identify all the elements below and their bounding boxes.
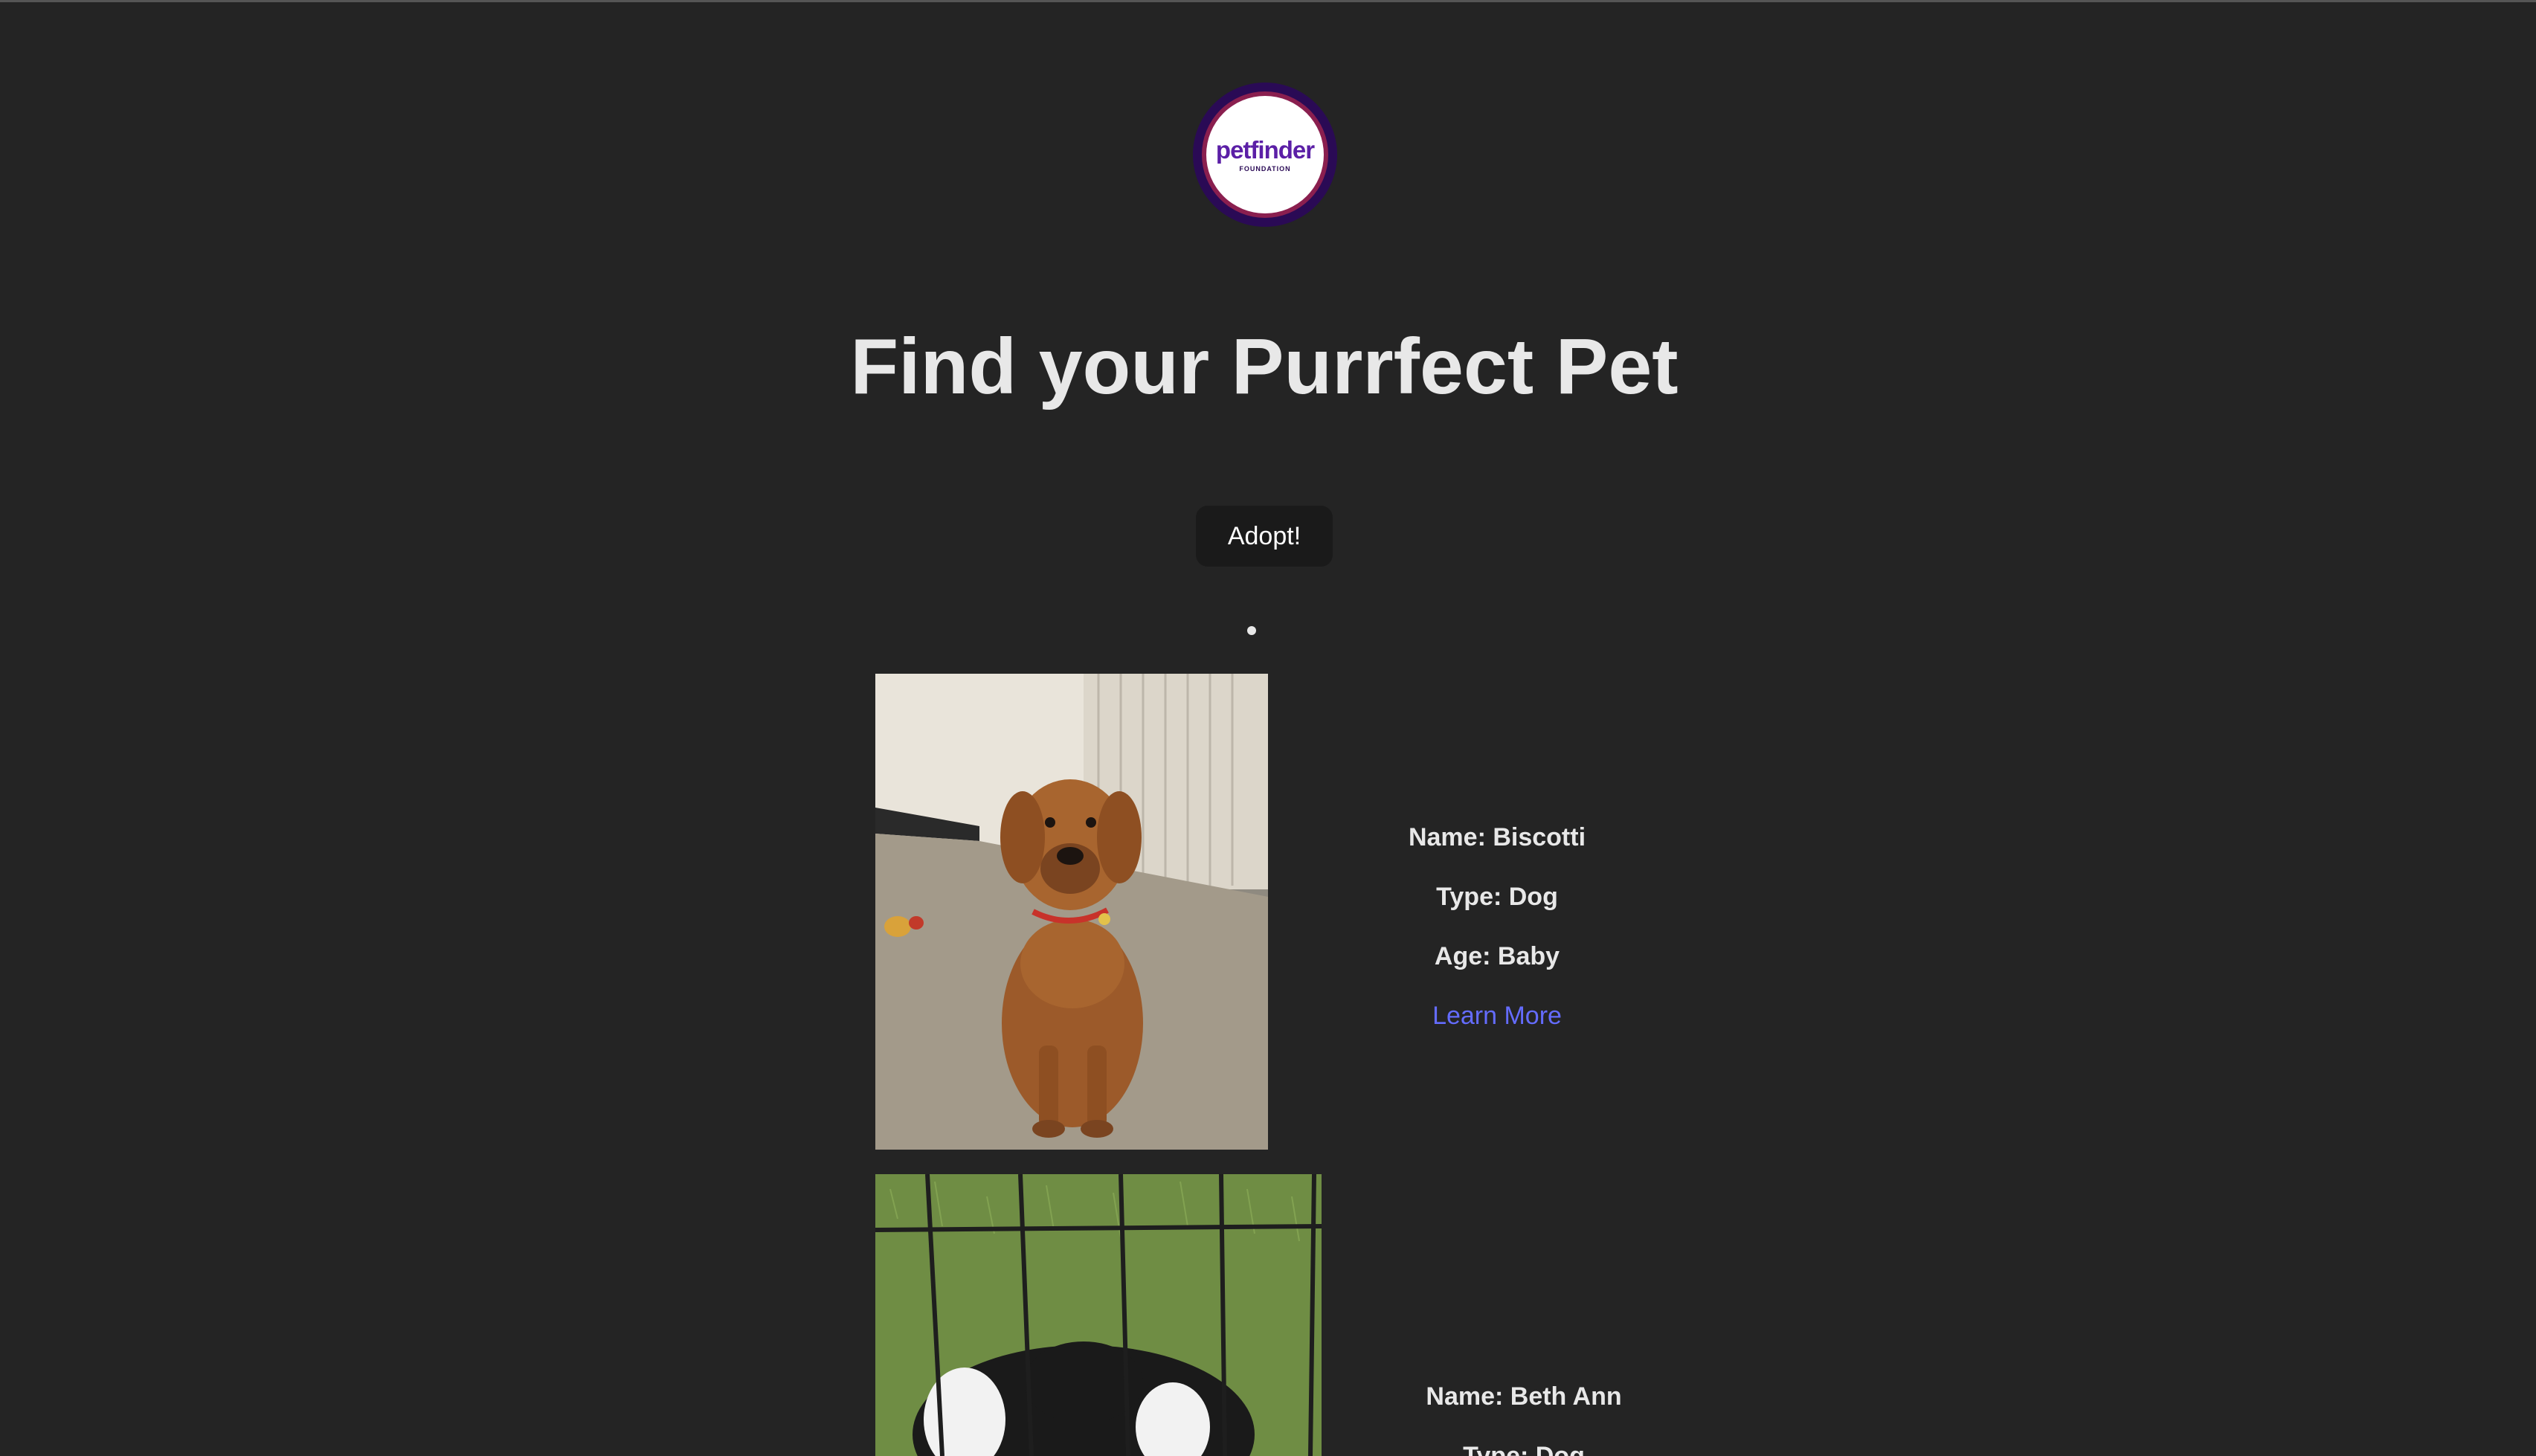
black-white-dog-illustration bbox=[875, 1174, 1322, 1456]
logo-ring: petfinder FOUNDATION bbox=[1202, 91, 1328, 218]
pet-name: Name: Beth Ann bbox=[1426, 1382, 1622, 1411]
page: petfinder FOUNDATION Find your Purrfect … bbox=[0, 0, 2536, 1456]
logo-subtitle: FOUNDATION bbox=[1239, 164, 1291, 173]
pet-photo-biscotti bbox=[875, 674, 1268, 1150]
logo-badge: petfinder FOUNDATION bbox=[1206, 96, 1324, 213]
pet-type: Type: Dog bbox=[1463, 1442, 1585, 1456]
page-title: Find your Purrfect Pet bbox=[850, 323, 1679, 410]
pet-name: Name: Biscotti bbox=[1408, 823, 1586, 851]
window-top-border bbox=[0, 0, 2536, 2]
learn-more-link[interactable]: Learn More bbox=[1432, 1001, 1562, 1031]
pet-age: Age: Baby bbox=[1434, 942, 1560, 970]
logo-wordmark: petfinder bbox=[1215, 135, 1315, 164]
pet-info-beth-ann: Name: Beth Ann Type: Dog bbox=[1426, 1382, 1621, 1456]
petfinder-logo: petfinder FOUNDATION bbox=[1193, 83, 1337, 227]
pet-info-biscotti: Name: Biscotti Type: Dog Age: Baby Learn… bbox=[1409, 818, 1586, 1041]
list-bullet bbox=[1247, 626, 1256, 635]
adopt-button[interactable]: Adopt! bbox=[1196, 506, 1333, 567]
pet-photo-beth-ann bbox=[875, 1174, 1322, 1456]
tan-puppy-illustration bbox=[875, 674, 1268, 1150]
pet-type: Type: Dog bbox=[1436, 883, 1558, 911]
